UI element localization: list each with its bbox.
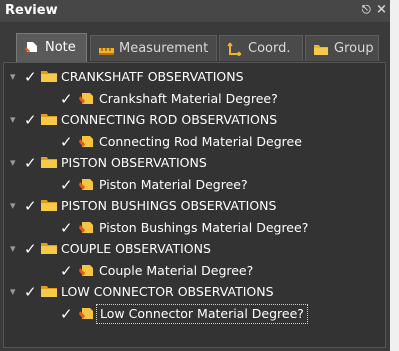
tree-group-row[interactable]: ▾ ✓ PISTON OBSERVATIONS	[4, 153, 384, 175]
tab-group[interactable]: Group	[305, 35, 379, 61]
tree-group-label: COUPLE OBSERVATIONS	[61, 241, 211, 256]
tree-note-label: Connecting Rod Material Degree	[99, 134, 302, 149]
folder-icon	[41, 71, 57, 82]
tree-note-label: Piston Material Degree?	[99, 177, 248, 192]
tab-strip: Note Measurement Coord. Group	[0, 22, 390, 62]
note-icon	[79, 308, 93, 319]
panel-titlebar: Review ⎋ ×	[0, 0, 390, 22]
tab-measurement[interactable]: Measurement	[90, 35, 217, 61]
note-icon	[25, 42, 37, 53]
tree-note-row[interactable]: ✓ Piston Material Degree?	[4, 175, 384, 197]
tree-note-label: Crankshaft Material Degree?	[99, 91, 278, 106]
panel-title: Review	[5, 3, 58, 18]
tree-note-row[interactable]: ✓ Low Connector Material Degree?	[4, 304, 384, 326]
tree-note-row[interactable]: ✓ Couple Material Degree?	[4, 261, 384, 283]
tree-group-label: PISTON OBSERVATIONS	[61, 155, 207, 170]
checkbox-checked-icon[interactable]: ✓	[24, 111, 38, 129]
tab-note[interactable]: Note	[16, 33, 87, 62]
note-icon	[79, 265, 93, 276]
tab-coord[interactable]: Coord.	[219, 35, 303, 61]
tree-group-label: CONNECTING ROD OBSERVATIONS	[61, 112, 278, 127]
coordinate-icon	[227, 42, 242, 56]
note-icon	[79, 136, 93, 147]
checkbox-checked-icon[interactable]: ✓	[60, 305, 74, 323]
ruler-icon	[99, 48, 114, 55]
tree-note-row[interactable]: ✓ Connecting Rod Material Degree	[4, 132, 384, 154]
tree-note-row[interactable]: ✓ Piston Bushings Material Degree?	[4, 218, 384, 240]
checkbox-checked-icon[interactable]: ✓	[24, 240, 38, 258]
collapse-icon[interactable]: ▾	[10, 199, 20, 212]
tree-group-row[interactable]: ▾ ✓ COUPLE OBSERVATIONS	[4, 239, 384, 261]
tree-group-row[interactable]: ▾ ✓ LOW CONNECTOR OBSERVATIONS	[4, 282, 384, 304]
checkbox-checked-icon[interactable]: ✓	[60, 90, 74, 108]
collapse-icon[interactable]: ▾	[10, 70, 20, 83]
folder-icon	[41, 157, 57, 168]
folder-icon	[314, 45, 328, 55]
tree-group-label: CRANKSHATF OBSERVATIONS	[61, 69, 244, 84]
checkbox-checked-icon[interactable]: ✓	[24, 68, 38, 86]
checkbox-checked-icon[interactable]: ✓	[24, 283, 38, 301]
collapse-icon[interactable]: ▾	[10, 285, 20, 298]
tree-note-row[interactable]: ✓ Crankshaft Material Degree?	[4, 89, 384, 111]
folder-icon	[41, 200, 57, 211]
tab-note-label: Note	[45, 40, 76, 55]
checkbox-checked-icon[interactable]: ✓	[24, 197, 38, 215]
close-icon[interactable]: ×	[376, 2, 387, 17]
observation-tree: ▾ ✓ CRANKSHATF OBSERVATIONS ✓ Crankshaft…	[3, 62, 386, 348]
tree-note-label-selected: Low Connector Material Degree?	[96, 304, 308, 324]
tab-group-label: Group	[334, 41, 374, 56]
checkbox-checked-icon[interactable]: ✓	[24, 154, 38, 172]
window-edge	[390, 0, 399, 351]
note-icon	[79, 93, 93, 104]
checkbox-checked-icon[interactable]: ✓	[60, 219, 74, 237]
checkbox-checked-icon[interactable]: ✓	[60, 176, 74, 194]
collapse-icon[interactable]: ▾	[10, 242, 20, 255]
tree-group-label: LOW CONNECTOR OBSERVATIONS	[61, 284, 274, 299]
folder-icon	[41, 114, 57, 125]
tree-note-label: Piston Bushings Material Degree?	[99, 220, 309, 235]
collapse-icon[interactable]: ▾	[10, 156, 20, 169]
tab-coord-label: Coord.	[248, 41, 291, 56]
pin-icon[interactable]: ⎋	[362, 3, 371, 17]
checkbox-checked-icon[interactable]: ✓	[60, 262, 74, 280]
tree-note-label: Couple Material Degree?	[99, 263, 254, 278]
tree-group-label: PISTON BUSHINGS OBSERVATIONS	[61, 198, 277, 213]
tree-group-row[interactable]: ▾ ✓ PISTON BUSHINGS OBSERVATIONS	[4, 196, 384, 218]
tree-group-row[interactable]: ▾ ✓ CRANKSHATF OBSERVATIONS	[4, 67, 384, 89]
note-icon	[79, 222, 93, 233]
tab-measurement-label: Measurement	[119, 41, 209, 56]
checkbox-checked-icon[interactable]: ✓	[60, 133, 74, 151]
tree-group-row[interactable]: ▾ ✓ CONNECTING ROD OBSERVATIONS	[4, 110, 384, 132]
collapse-icon[interactable]: ▾	[10, 113, 20, 126]
review-panel: Review ⎋ × Note Measurement Coord. Group…	[0, 0, 390, 351]
note-icon	[79, 179, 93, 190]
folder-icon	[41, 243, 57, 254]
folder-icon	[41, 286, 57, 297]
